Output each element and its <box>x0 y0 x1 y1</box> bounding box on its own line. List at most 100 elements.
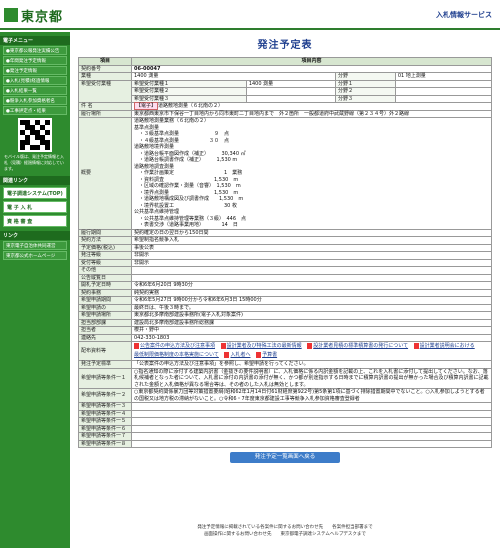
sidebar-link[interactable]: ●発注予定情報 <box>3 66 67 75</box>
doc-link[interactable]: 公告案件の申込方法及び注意事項 <box>140 343 215 349</box>
contract-office: 純契約実務 <box>131 288 492 297</box>
desired-value: 1400 測量 <box>245 79 337 88</box>
period: 契約確定の日の翌日から150日間 <box>131 228 492 237</box>
condition-8 <box>131 439 492 448</box>
doc-link[interactable]: 最低制限価格制度の本格実施について <box>134 352 219 358</box>
file-icon <box>413 342 419 349</box>
apply-period: 令和6年5月27日 9時00分から令和6年6月3日 15時00分 <box>131 296 492 305</box>
e-procurement-button[interactable]: 電子調達システム(TOP) <box>3 187 67 199</box>
field-value <box>394 79 493 88</box>
contact: 櫻井・野中 <box>131 326 492 335</box>
header: 東京都 入札情報サービス <box>0 0 500 30</box>
row-label: 契約番号 <box>78 64 132 73</box>
footer-line: 発注予定情報に掲載されている各案件に関するお問い合わせ先 各案件担当部署まで <box>197 525 373 530</box>
row-label: 担当部部課 <box>78 318 132 327</box>
notice: 最終日は、午後３時まで。 <box>131 303 492 312</box>
page-title: 発注予定表 <box>257 40 313 51</box>
doc-link[interactable]: 設計業者見積の標準積算書の発行について <box>313 343 408 349</box>
sidebar-link[interactable]: ●年間発注予定情報 <box>3 56 67 65</box>
row-label: 希望申請等条件一５ <box>78 417 132 426</box>
desired-value <box>245 94 337 103</box>
row-label: 希望申請等条件一１ <box>78 367 132 389</box>
row-label: 希望申請等条件一３ <box>78 402 132 411</box>
summary: 道路敷地測量業務（６北南の２） 基準点測量 ・３級基準点測量 ９ 点 ・４級基準点… <box>131 117 492 230</box>
page: 東京都 入札情報サービス 電子メニュー ●東京都公報発注実績公告 ●年間発注予定… <box>0 0 500 548</box>
col-item: 項目 <box>78 57 132 66</box>
tokyo-logo[interactable]: 東京都 <box>4 5 63 25</box>
doc-link[interactable]: 入札者へ <box>230 352 250 358</box>
sidebar: 電子メニュー ●東京都公報発注実績公告 ●年間発注予定情報 ●発注予定情報 ●入… <box>0 32 70 548</box>
row-label: 公告縦覧日 <box>78 273 132 282</box>
docs: 公告案件の申込方法及び注意事項 設計業者及び特殊工法の最新情報 設計業者見積の標… <box>131 341 492 361</box>
external-link[interactable]: 東京電子自治体共同運営 <box>3 241 67 250</box>
field-value <box>394 94 493 103</box>
condition-5 <box>131 417 492 426</box>
qr-code-icon <box>18 118 52 152</box>
condition-3 <box>131 402 492 411</box>
method: 希望制指名競争入札 <box>131 236 492 245</box>
doc-link[interactable]: 予算書 <box>262 352 277 358</box>
condition-7 <box>131 432 492 441</box>
related-heading: 関連リンク <box>0 176 70 185</box>
desired-value <box>245 87 337 96</box>
mobile-note: モバイル版は、発注予定情報と入札（見積）経過情報に対応しています。 <box>4 154 64 171</box>
tokyo-mark-icon <box>4 8 18 22</box>
agency: 東京都北多摩南部建設事務所(電子入札対象案件) <box>131 311 492 320</box>
condition-6 <box>131 424 492 433</box>
sidebar-link[interactable]: ●工事評定点・結果 <box>3 106 67 115</box>
tel: 042-330-1803 <box>131 333 492 342</box>
condition-2: ○東京都契約関係暴力団等対策措置要綱(昭和62年1月14日付61財経庶第922号… <box>131 388 492 403</box>
service-link[interactable]: 入札情報サービス <box>436 10 492 20</box>
order-note: 「公表案件の申込方法及び注意事項」を参照し、希望申請を行ってください。 <box>131 360 492 369</box>
row-label: 予定価格(税込) <box>78 243 132 252</box>
field-label: 分野３ <box>335 94 396 103</box>
row-label: 業種 <box>78 72 132 81</box>
footer-line: 画面操作に関するお問い合わせ先 東京都電子調達システムヘルプデスクまで <box>204 532 366 537</box>
ordered-grade: 非開示 <box>131 251 492 260</box>
sidebar-link[interactable]: ●競争入札参加資格者名 <box>3 96 67 105</box>
row-label: 希望申請等条件一２ <box>78 388 132 403</box>
file-icon <box>134 342 139 349</box>
price: 事後公表 <box>131 243 492 252</box>
row-label: 希望申請等条件一４ <box>78 409 132 418</box>
sidebar-link[interactable]: ●東京都公報発注実績公告 <box>3 46 67 55</box>
row-label: 履行期間 <box>78 228 132 237</box>
main: 発注予定表 項目 項目内容 契約番号 06-00047 業種 1400 測量 分野 01 … <box>78 32 493 463</box>
row-label: 希望申請等条件一７ <box>78 432 132 441</box>
row-label: 配布資料等 <box>78 341 132 361</box>
electronic-chip: 【電子】 <box>134 102 159 110</box>
doc-link[interactable]: 設計業者説明会における <box>420 343 475 349</box>
qualification-button[interactable]: 資 格 審 査 <box>3 215 67 227</box>
subject: 【電子】 道路敷地測量（６北南の２） <box>131 102 492 111</box>
field-label: 分野１ <box>335 79 396 88</box>
logo-text: 東京都 <box>21 9 64 25</box>
back-to-list-button[interactable]: 発注予定一覧画面へ戻る <box>230 452 340 463</box>
row-label: 契約方法 <box>78 236 132 245</box>
desired-label: 希望受付業種１ <box>131 79 247 88</box>
row-label: 発注予定標準 <box>78 360 132 369</box>
desired-label: 希望受付業種２ <box>131 87 247 96</box>
sidebar-link[interactable]: ●入札(見積)経過情報 <box>3 76 67 85</box>
external-link[interactable]: 東京都公式ホームページ <box>3 251 67 260</box>
row-label: 受付等級 <box>78 258 132 267</box>
row-label: 希望受付業種 <box>78 79 132 103</box>
doc-link[interactable]: 設計業者及び特殊工法の最新情報 <box>227 343 302 349</box>
field-value <box>394 87 493 96</box>
location: 東京都西東京市下保谷一丁目地内から同市東町二丁目地内まで 外２箇所 一般都道府中… <box>131 109 492 118</box>
file-icon <box>224 351 230 358</box>
content-label: 分野 <box>335 72 396 81</box>
other <box>131 266 492 275</box>
col-content: 項目内容 <box>131 57 492 66</box>
row-label: 希望申請の <box>78 303 132 312</box>
file-icon <box>307 342 313 349</box>
e-bidding-button[interactable]: 電 子 入 札 <box>3 201 67 213</box>
sidebar-link[interactable]: ●入札結果一覧 <box>3 86 67 95</box>
row-label: 希望申請期間 <box>78 296 132 305</box>
sidebar-menu-heading: 電子メニュー <box>0 36 70 45</box>
row-label: 概要 <box>78 117 132 230</box>
subject-text: 道路敷地測量（６北南の２） <box>158 103 224 109</box>
category: 1400 測量 <box>131 72 336 81</box>
link-heading: リンク <box>0 231 70 240</box>
content-value: 01 地上測量 <box>394 72 493 81</box>
row-label: 発注等級 <box>78 251 132 260</box>
